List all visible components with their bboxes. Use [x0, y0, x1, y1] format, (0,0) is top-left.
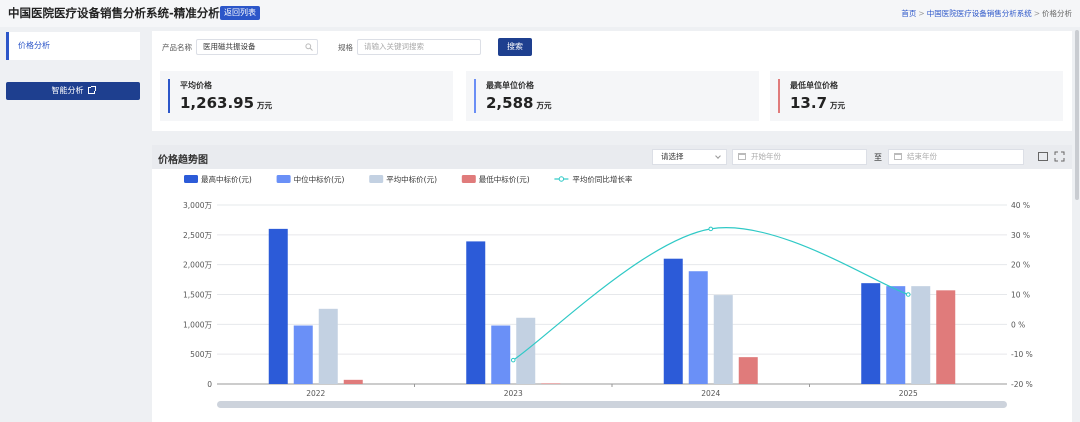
y-left-tick-label: 2,500万 — [183, 231, 212, 240]
y-left-tick-label: 1,000万 — [183, 320, 212, 329]
calendar-icon — [894, 153, 902, 160]
smart-analysis-button[interactable]: 智能分析 — [6, 82, 140, 100]
bar-1-2025 — [886, 286, 906, 384]
y-left-tick-label: 1,500万 — [183, 291, 212, 300]
app-title: 中国医院医疗设备销售分析系统-精准分析 — [8, 6, 220, 20]
product-name-value: 医用磁共振设备 — [203, 42, 256, 51]
stat-label: 最低单位价格 — [790, 81, 838, 90]
end-year-placeholder: 结束年份 — [907, 152, 937, 161]
chart-filter-select[interactable]: 请选择 — [652, 149, 727, 165]
fullscreen-icon[interactable] — [1054, 151, 1065, 162]
spec-label: 规格 — [338, 43, 353, 52]
bar-2-2024 — [713, 295, 733, 384]
range-to-label: 至 — [874, 153, 882, 162]
y-right-tick-label: -10 % — [1011, 350, 1033, 359]
x-tick-label: 2024 — [701, 389, 720, 398]
product-name-label: 产品名称 — [162, 43, 192, 52]
filter-panel: 产品名称 医用磁共振设备 规格 请输入关键词搜索 搜索 平均价格 1,263.9… — [152, 31, 1072, 131]
breadcrumb-home[interactable]: 首页 — [901, 9, 916, 18]
bar-3-2022 — [343, 379, 363, 384]
stat-accent-bar — [778, 79, 780, 113]
legend-swatch-0 — [184, 175, 198, 183]
y-left-tick-label: 3,000万 — [183, 201, 212, 210]
start-year-placeholder: 开始年份 — [751, 152, 781, 161]
growth-rate-point — [510, 357, 516, 363]
end-year-input[interactable]: 结束年份 — [888, 149, 1024, 165]
legend-label-0: 最高中标价(元) — [201, 174, 252, 184]
x-tick-label: 2022 — [306, 389, 325, 398]
save-image-icon[interactable] — [1038, 152, 1048, 161]
zoom-slider-track — [217, 401, 1007, 408]
chart-title: 价格趋势图 — [158, 155, 208, 166]
legend-label-line: 平均价同比增长率 — [572, 174, 632, 184]
legend-swatch-3 — [461, 175, 476, 183]
bar-3-2023 — [541, 383, 561, 384]
legend-label-1: 中位中标价(元) — [294, 174, 345, 184]
stat-value: 2,588 万元 — [486, 94, 552, 112]
stat-card-lowest: 最低单位价格 13.7 万元 — [770, 71, 1063, 121]
bar-1-2024 — [688, 271, 708, 384]
price-trend-chart: 0 500万 1,000万 1,500万 2,000万 2,500万 3,000万 -20 %… — [183, 174, 1033, 408]
y-left-tick-label: 0 — [207, 380, 212, 389]
y-right-tick-label: -20 % — [1011, 380, 1033, 389]
breadcrumb-current: 价格分析 — [1042, 9, 1072, 18]
growth-rate-point — [905, 292, 911, 297]
x-tick-label: 2025 — [899, 389, 918, 398]
y-left-tick-label: 500万 — [190, 350, 212, 359]
external-link-icon — [87, 86, 96, 94]
growth-rate-point — [708, 226, 714, 232]
y-right-tick-label: 10 % — [1011, 291, 1030, 300]
stat-label: 最高单位价格 — [486, 81, 534, 90]
calendar-icon — [738, 153, 746, 160]
spec-search-input[interactable]: 请输入关键词搜索 — [357, 39, 481, 55]
bar-3-2025 — [936, 290, 956, 384]
legend-line-marker — [558, 176, 565, 182]
search-icon — [305, 43, 313, 51]
legend-label-2: 平均中标价(元) — [386, 174, 437, 184]
bar-0-2023 — [466, 241, 486, 384]
stat-accent-bar — [474, 79, 476, 113]
legend-swatch-1 — [276, 175, 291, 183]
stat-value: 1,263.95 万元 — [180, 94, 273, 112]
select-value: 请选择 — [661, 152, 684, 161]
top-bar: 中国医院医疗设备销售分析系统-精准分析 返回列表 首页 > 中国医院医疗设备销售分析… — [0, 0, 1080, 27]
bar-2-2022 — [318, 308, 338, 384]
search-button[interactable]: 搜索 — [498, 38, 532, 56]
legend-swatch-2 — [369, 175, 384, 183]
bar-0-2022 — [268, 228, 288, 384]
sidebar-item-price-analysis[interactable]: 价格分析 — [6, 32, 140, 60]
sidebar: 价格分析 智能分析 — [0, 27, 148, 422]
price-trend-panel: 价格趋势图 请选择 开始年份 至 结束年份 0 500万 1,000万 1,500万 2… — [152, 145, 1072, 422]
bar-0-2025 — [861, 283, 881, 384]
growth-rate-line — [512, 227, 909, 361]
y-right-tick-label: 0 % — [1011, 320, 1025, 329]
y-right-tick-label: 30 % — [1011, 231, 1030, 240]
stat-card-highest: 最高单位价格 2,588 万元 — [466, 71, 759, 121]
product-name-select[interactable]: 医用磁共振设备 — [196, 39, 318, 55]
y-left-tick-label: 2,000万 — [183, 261, 212, 270]
stat-value: 13.7 万元 — [790, 94, 846, 112]
bar-2-2025 — [911, 286, 931, 384]
chart-header: 价格趋势图 请选择 开始年份 至 结束年份 — [152, 145, 1072, 169]
stat-card-average: 平均价格 1,263.95 万元 — [160, 71, 453, 121]
start-year-input[interactable]: 开始年份 — [732, 149, 867, 165]
breadcrumb-system[interactable]: 中国医院医疗设备销售分析系统 — [927, 9, 1032, 18]
y-right-tick-label: 40 % — [1011, 201, 1030, 210]
x-tick-label: 2023 — [504, 389, 523, 398]
legend-label-3: 最低中标价(元) — [479, 174, 530, 184]
back-to-list-button[interactable]: 返回列表 — [220, 6, 260, 20]
stat-accent-bar — [168, 79, 170, 113]
bar-3-2024 — [738, 357, 758, 384]
smart-analysis-label: 智能分析 — [51, 86, 84, 95]
y-right-tick-label: 20 % — [1011, 261, 1030, 270]
page-scrollbar[interactable] — [1075, 30, 1079, 200]
chevron-down-icon — [715, 153, 721, 159]
bar-0-2024 — [663, 258, 683, 384]
bar-1-2023 — [491, 325, 511, 384]
stat-label: 平均价格 — [180, 81, 212, 90]
bar-1-2022 — [293, 325, 313, 384]
breadcrumb: 首页 > 中国医院医疗设备销售分析系统 > 价格分析 — [901, 9, 1072, 18]
